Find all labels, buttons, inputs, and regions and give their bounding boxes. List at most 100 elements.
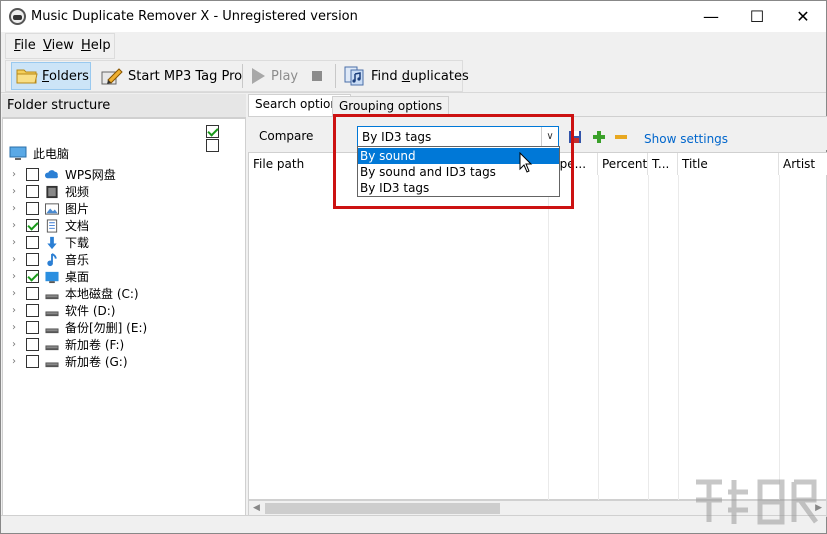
close-button[interactable]: ✕ [780,1,826,32]
scrollbar-thumb[interactable] [265,503,500,514]
menu-file[interactable]: File [14,38,36,53]
drive-icon [45,310,59,316]
folder-structure-header: Folder structure [2,94,246,118]
compare-label: Compare [259,129,314,143]
add-icon[interactable] [592,130,606,144]
expand-chevron-icon[interactable]: › [8,271,20,282]
toolbar-separator [242,64,243,88]
expand-chevron-icon[interactable]: › [8,288,20,299]
tree-item-label: 图片 [65,202,90,216]
drive-icon [45,327,59,333]
tree-item[interactable]: › 软件 (D:) [8,302,115,319]
tree-item-label: 下载 [65,236,90,250]
tree-item-checkbox[interactable] [26,355,39,368]
tree-item[interactable]: › 音乐 [8,251,89,268]
expand-chevron-icon[interactable]: › [8,203,20,214]
tree-item[interactable]: › 图片 [8,200,89,217]
menu-view-accel: V [43,38,52,53]
start-mp3-tag-pro-label: Start MP3 Tag Pro [128,68,243,84]
menu-help-accel: H [81,38,91,53]
tree-item-checkbox[interactable] [26,185,39,198]
tree-item-checkbox[interactable] [26,304,39,317]
tree-item-checkbox[interactable] [26,321,39,334]
tab-grouping-options[interactable]: Grouping options [332,96,450,116]
play-button[interactable]: Play [249,62,298,90]
minimize-button[interactable]: — [688,1,734,32]
expand-chevron-icon[interactable]: › [8,186,20,197]
tree-item[interactable]: › 下载 [8,234,89,251]
tree-item-checkbox[interactable] [26,219,39,232]
remove-icon[interactable] [614,130,628,144]
tree-item-checkbox[interactable] [26,270,39,283]
stop-button[interactable] [311,62,323,90]
find-duplicates-button[interactable]: Find duplicates [343,62,469,90]
tree-root-this-pc[interactable]: 此电脑 [9,145,69,162]
column-divider [678,175,679,501]
tree-item-label: 音乐 [65,253,90,267]
picture-icon [45,202,59,215]
headphones-icon [9,8,26,25]
column-artist[interactable]: Artist [779,153,827,175]
tree-item-checkbox[interactable] [26,338,39,351]
expand-chevron-icon[interactable]: › [8,305,20,316]
show-settings-link[interactable]: Show settings [644,132,728,146]
tree-item[interactable]: › WPS网盘 [8,166,116,183]
scroll-left-icon[interactable]: ◀ [253,503,260,513]
tree-item[interactable]: › 本地磁盘 (C:) [8,285,139,302]
start-mp3-tag-pro-button[interactable]: Start MP3 Tag Pro [100,62,242,90]
cloud-icon [44,169,58,178]
menu-view[interactable]: View [43,38,74,53]
tree-item-checkbox[interactable] [26,168,39,181]
tree-item[interactable]: › 新加卷 (G:) [8,353,128,370]
tree-root-label: 此电脑 [33,147,70,161]
window-title: Music Duplicate Remover X - Unregistered… [31,9,358,24]
tree-item-label: 视频 [65,185,90,199]
tree-item-label: 新加卷 (G:) [65,355,128,369]
column-divider [548,175,549,501]
document-icon [46,218,58,233]
expand-chevron-icon[interactable]: › [8,220,20,231]
expand-chevron-icon[interactable]: › [8,339,20,350]
play-label: Play [271,68,299,84]
expand-chevron-icon[interactable]: › [8,322,20,333]
select-all-checkbox[interactable] [206,125,219,138]
folders-button[interactable]: Folders [11,62,91,90]
tree-item[interactable]: › 桌面 [8,268,89,285]
drive-icon [45,361,59,367]
expand-chevron-icon[interactable]: › [8,169,20,180]
deselect-all-checkbox[interactable] [206,139,219,152]
toolbar: Folders Start MP3 Tag Pro Play Find dupl… [1,59,826,93]
maximize-button[interactable]: ☐ [734,1,780,32]
watermark-logo [696,479,819,525]
column-t[interactable]: T... [648,153,678,175]
computer-icon [9,146,27,160]
column-divider [648,175,649,501]
toolbar-separator [335,64,336,88]
tree-item-label: WPS网盘 [65,168,116,182]
expand-chevron-icon[interactable]: › [8,254,20,265]
menu-help-label: elp [90,38,111,53]
tree-item-checkbox[interactable] [26,236,39,249]
tree-item-checkbox[interactable] [26,202,39,215]
folder-tree: 此电脑 › WPS网盘 › 视频 › 图片 › 文档 › 下载 › 音乐 › 桌面 › 本地磁盘 (C:) › 软… [2,118,246,533]
tree-item[interactable]: › 文档 [8,217,89,234]
tree-item[interactable]: › 新加卷 (F:) [8,336,124,353]
tree-item[interactable]: › 备份[勿删] (E:) [8,319,147,336]
drive-icon [45,293,59,299]
video-icon [46,185,58,198]
tree-item-checkbox[interactable] [26,253,39,266]
expand-chevron-icon[interactable]: › [8,237,20,248]
column-divider [779,175,780,501]
tree-item[interactable]: › 视频 [8,183,89,200]
find-duplicates-label: Find duplicates [371,68,469,84]
tree-item-label: 文档 [65,219,90,233]
tree-item-checkbox[interactable] [26,287,39,300]
menu-file-label: ile [20,38,36,53]
folders-label: Folders [42,68,89,84]
music-icon [47,252,57,266]
column-percent[interactable]: Percent [598,153,648,175]
stop-icon [312,71,322,81]
menu-help[interactable]: Help [81,38,111,53]
column-title[interactable]: Title [678,153,779,175]
expand-chevron-icon[interactable]: › [8,356,20,367]
